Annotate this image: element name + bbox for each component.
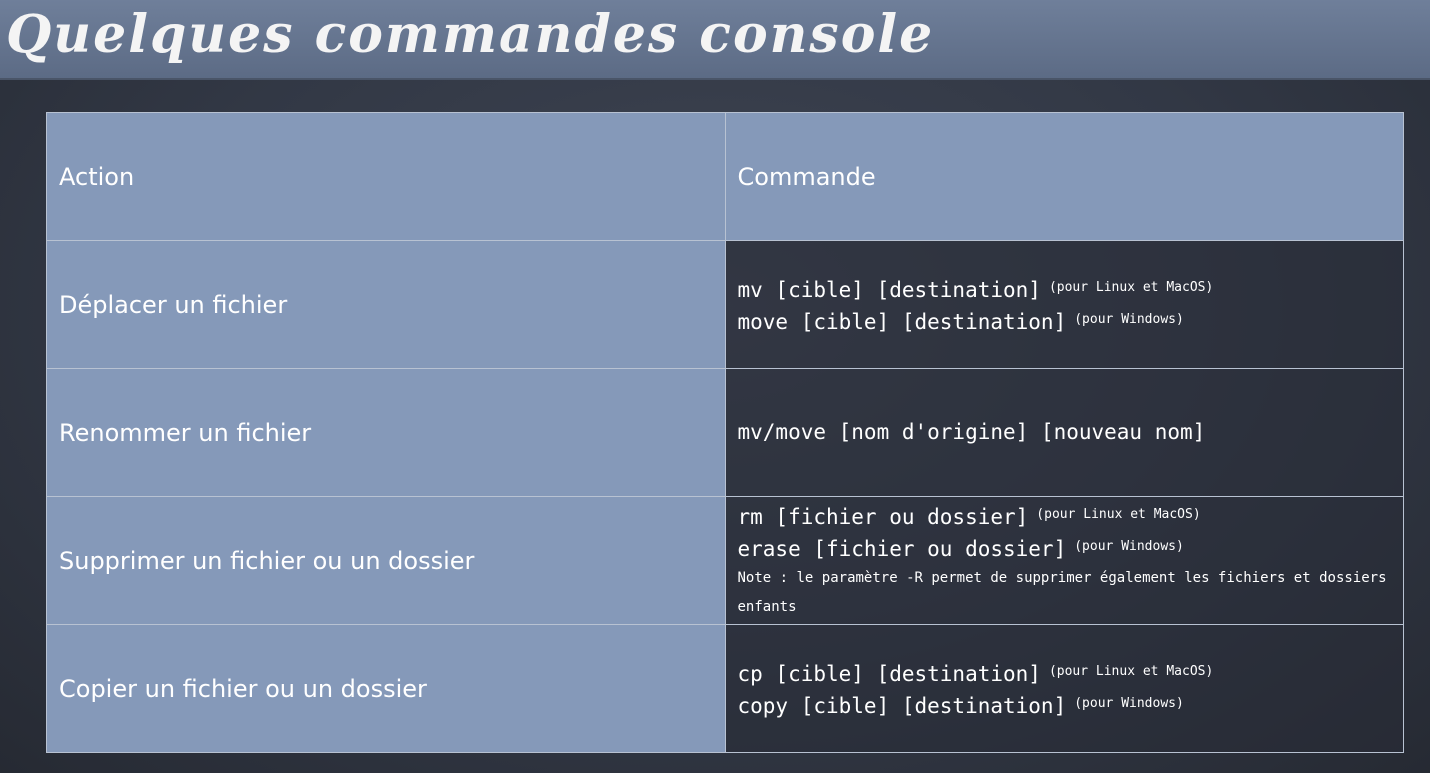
command-text: erase [fichier ou dossier] [737,536,1067,561]
command-line: rm [fichier ou dossier] (pour Linux et Ma… [738,500,1392,532]
action-cell: Copier un fichier ou un dossier [46,624,726,753]
platform-hint: (pour Windows) [1074,695,1184,711]
title-bar: Quelques commandes console [0,0,1430,80]
command-cell: mv [cible] [destination] (pour Linux et M… [724,240,1404,369]
command-text: mv [cible] [destination] [737,277,1041,302]
action-cell: Renommer un fichier [46,368,726,497]
command-line: mv [cible] [destination] (pour Linux et M… [738,273,1392,305]
command-text: cp [cible] [destination] [737,661,1041,686]
platform-hint: (pour Linux et MacOS) [1036,506,1201,522]
command-text: move [cible] [destination] [737,309,1067,334]
command-text: rm [fichier ou dossier] [737,504,1029,529]
platform-hint: (pour Linux et MacOS) [1048,663,1214,679]
table-row: Copier un fichier ou un dossier cp [cibl… [46,624,1404,753]
action-cell: Supprimer un fichier ou un dossier [46,496,726,625]
page-title: Quelques commandes console [6,4,935,65]
table-row: Renommer un fichier mv/move [nom d'origi… [46,368,1404,497]
command-cell: mv/move [nom d'origine] [nouveau nom] [724,368,1404,497]
command-line: move [cible] [destination] (pour Windows) [738,305,1392,337]
platform-hint: (pour Windows) [1074,311,1184,327]
command-line: copy [cible] [destination] (pour Windows) [738,689,1392,721]
command-line: mv/move [nom d'origine] [nouveau nom] [738,418,1392,447]
command-cell: rm [fichier ou dossier] (pour Linux et Ma… [724,496,1404,625]
table-row: Supprimer un fichier ou un dossier rm [f… [46,496,1404,625]
command-note: Note : le paramètre -R permet de supprim… [737,569,1387,615]
header-command: Commande [724,112,1404,241]
command-text: mv/move [nom d'origine] [nouveau nom] [737,420,1206,444]
action-cell: Déplacer un fichier [46,240,726,369]
platform-hint: (pour Windows) [1074,538,1184,554]
table-row: Déplacer un fichier mv [cible] [destinat… [46,240,1404,369]
commands-table: Action Commande Déplacer un fichier mv [… [46,112,1404,753]
table-header-row: Action Commande [46,112,1404,241]
command-line: cp [cible] [destination] (pour Linux et M… [738,657,1392,689]
command-cell: cp [cible] [destination] (pour Linux et M… [724,624,1404,753]
platform-hint: (pour Linux et MacOS) [1048,279,1214,295]
command-line: erase [fichier ou dossier] (pour Windows) [738,532,1392,564]
command-text: copy [cible] [destination] [737,693,1067,718]
header-action: Action [46,112,726,241]
